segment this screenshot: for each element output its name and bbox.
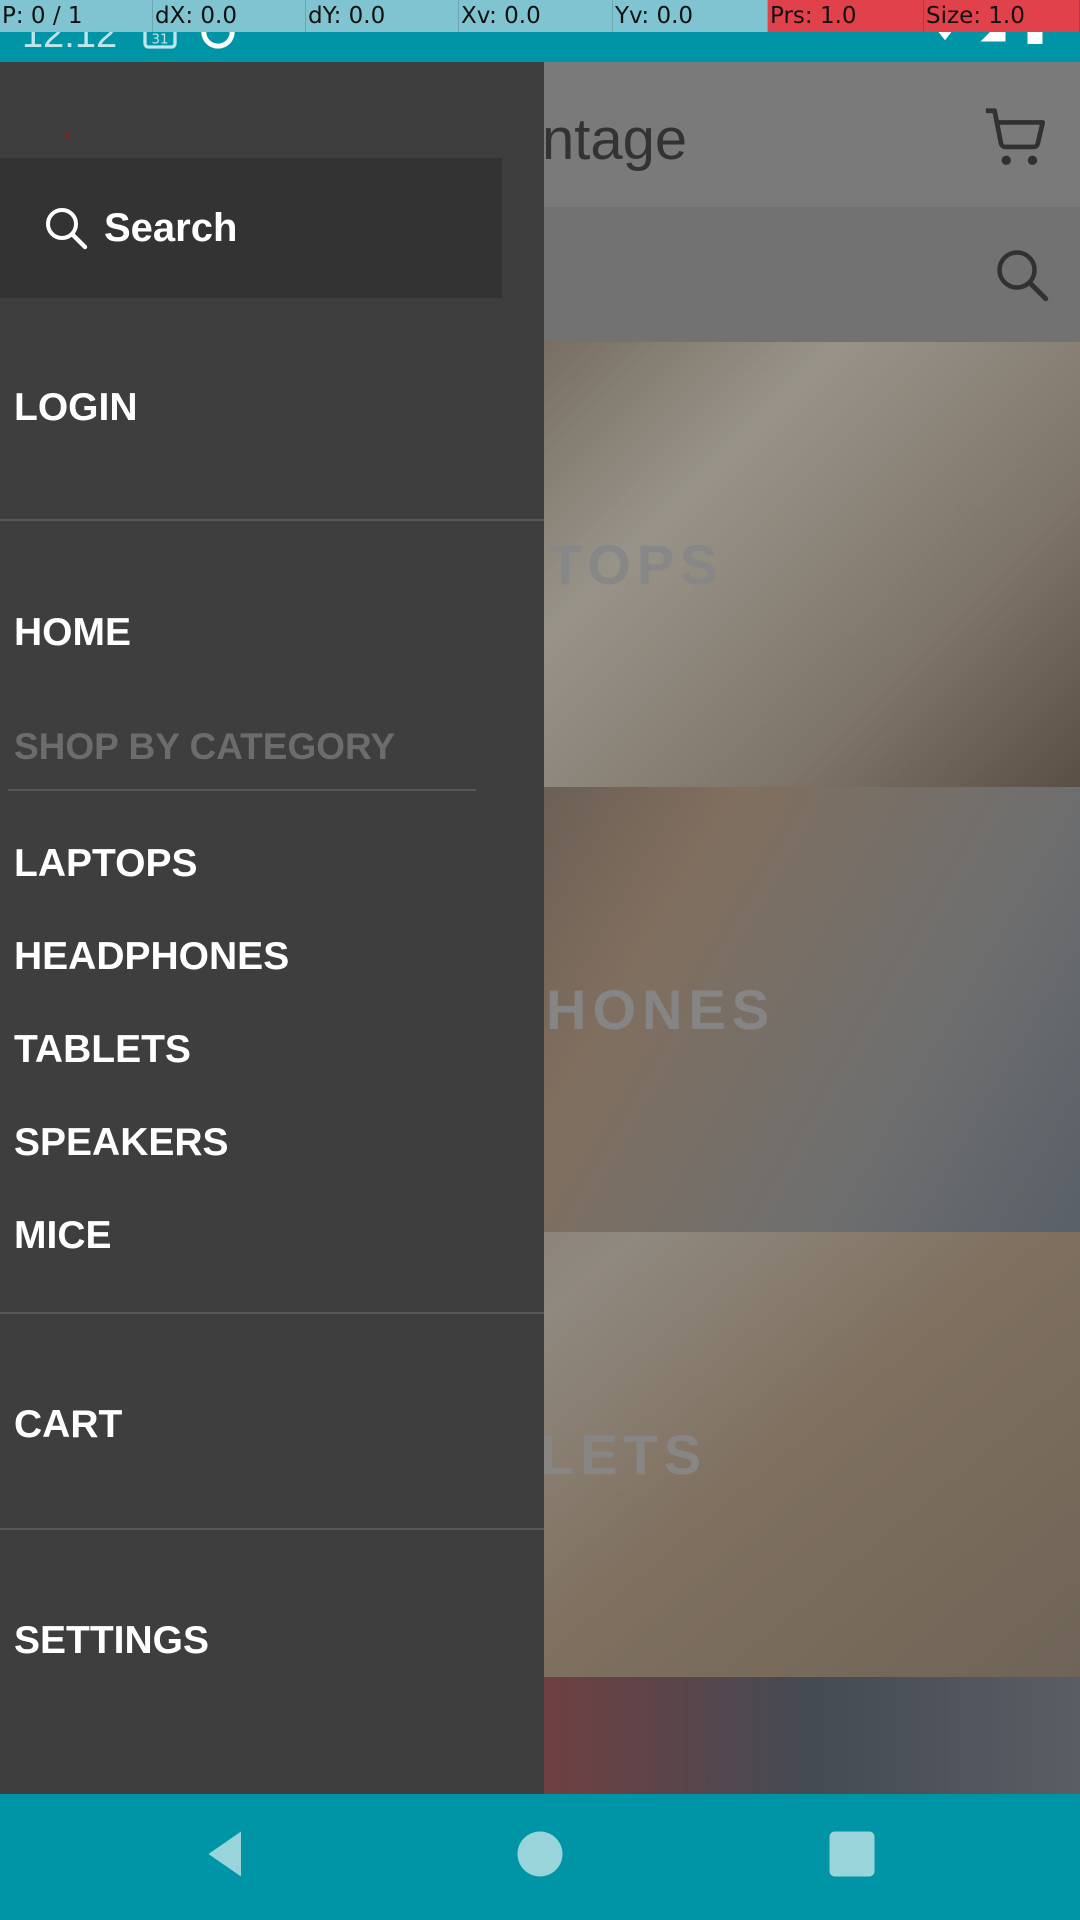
menu-item-mice[interactable]: MICE: [14, 1214, 112, 1258]
menu-item-login[interactable]: LOGIN: [14, 386, 138, 430]
divider: [8, 789, 476, 791]
divider: [0, 1528, 544, 1530]
back-icon[interactable]: [196, 1824, 256, 1884]
pointer-location-overlay: P: 0 / 1 dX: 0.0 dY: 0.0 Xv: 0.0 Yv: 0.0…: [0, 0, 1080, 32]
search-icon: [46, 208, 88, 250]
menu-item-speakers[interactable]: SPEAKERS: [14, 1121, 229, 1165]
divider: [0, 519, 544, 521]
recents-icon[interactable]: [822, 1824, 882, 1884]
drawer-search-label: Search: [104, 205, 238, 250]
divider: [0, 1312, 544, 1314]
menu-item-home[interactable]: HOME: [14, 611, 131, 655]
debug-xv: Xv: 0.0: [459, 0, 613, 32]
debug-yv: Yv: 0.0: [613, 0, 768, 32]
debug-prs: Prs: 1.0: [768, 0, 924, 32]
menu-item-settings[interactable]: SETTINGS: [14, 1619, 209, 1663]
debug-pointer: P: 0 / 1: [0, 0, 153, 32]
debug-dx: dX: 0.0: [153, 0, 306, 32]
drawer-search[interactable]: Search: [0, 158, 502, 298]
debug-size: Size: 1.0: [924, 0, 1080, 32]
menu-item-tablets[interactable]: TABLETS: [14, 1028, 191, 1072]
menu-item-laptops[interactable]: LAPTOPS: [14, 842, 197, 886]
home-icon[interactable]: [510, 1824, 570, 1884]
section-heading-shop-by-category: SHOP BY CATEGORY: [14, 726, 396, 767]
menu-item-headphones[interactable]: HEADPHONES: [14, 935, 289, 979]
drawer-logo: [66, 134, 69, 137]
menu-item-cart[interactable]: CART: [14, 1403, 122, 1447]
calendar-day: 31: [152, 33, 169, 48]
navigation-drawer: Search LOGIN HOME SHOP BY CATEGORY LAPTO…: [0, 62, 544, 1794]
system-nav-bar: [0, 1794, 1080, 1920]
debug-dy: dY: 0.0: [306, 0, 459, 32]
